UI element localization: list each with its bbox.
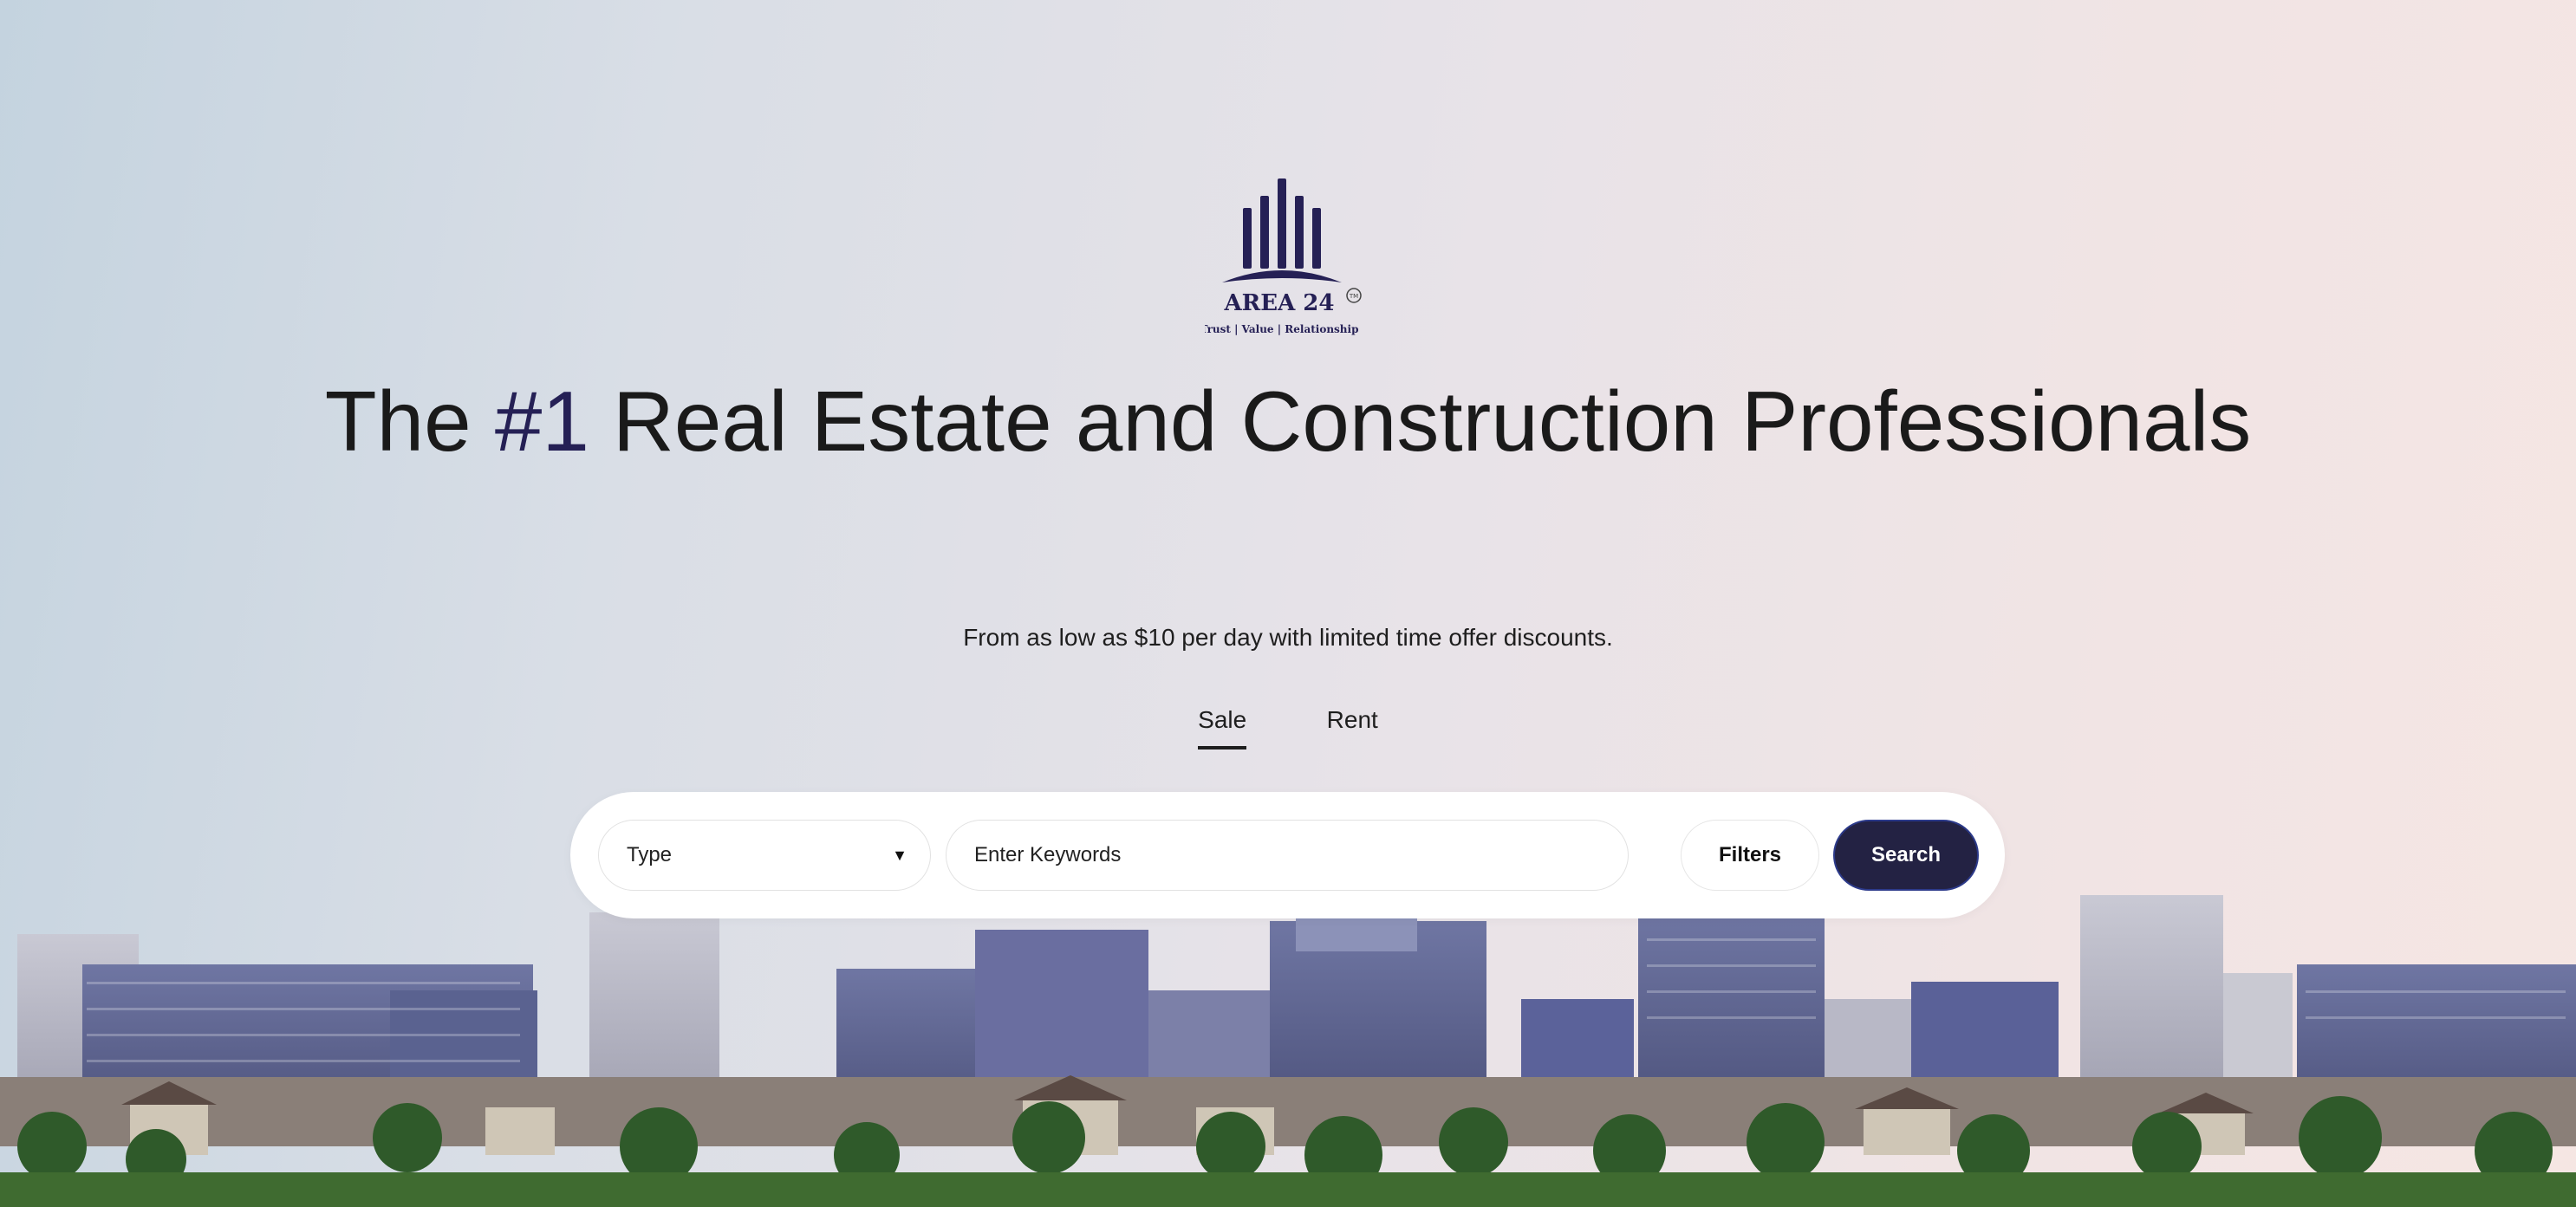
listing-tabs: Sale Rent: [0, 706, 2576, 750]
chevron-down-icon: ▼: [892, 847, 907, 864]
title-highlight: #1: [494, 373, 589, 469]
title-suffix: Real Estate and Construction Professiona…: [589, 373, 2252, 469]
filters-button[interactable]: Filters: [1681, 820, 1819, 891]
tab-rent[interactable]: Rent: [1327, 706, 1378, 750]
brand-tagline: Trust | Value | Relationship: [1205, 323, 1358, 335]
title-prefix: The: [324, 373, 495, 469]
keywords-input[interactable]: [946, 820, 1629, 891]
hero-section: AREA 24 TM Trust | Value | Relationship …: [0, 0, 2576, 1207]
search-bar: Type ▼ Filters Search: [570, 792, 2005, 918]
brand-logo[interactable]: AREA 24 TM Trust | Value | Relationship: [1205, 172, 1369, 345]
hero-subtitle: From as low as $10 per day with limited …: [963, 624, 1613, 651]
svg-text:TM: TM: [1349, 293, 1358, 300]
type-select[interactable]: Type ▼: [598, 820, 931, 891]
type-select-value: Type: [627, 843, 673, 866]
tab-sale[interactable]: Sale: [1198, 706, 1247, 750]
brand-name: AREA 24: [1223, 290, 1334, 316]
page-title: The #1 Real Estate and Construction Prof…: [0, 368, 2576, 474]
search-button[interactable]: Search: [1833, 820, 1979, 891]
